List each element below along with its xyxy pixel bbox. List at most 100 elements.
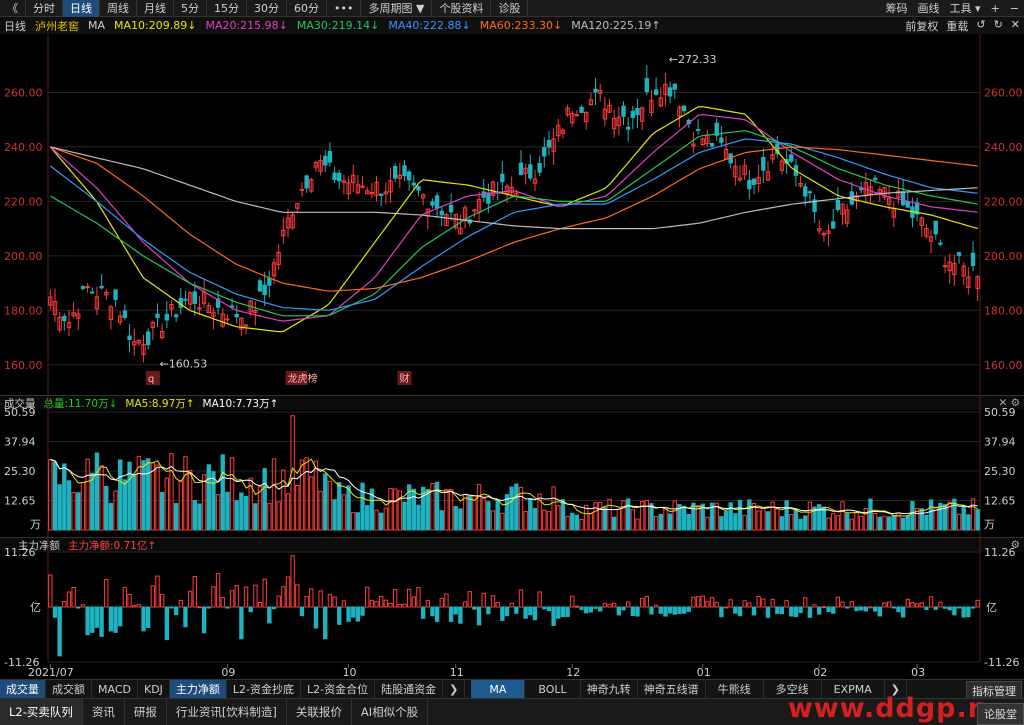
volume-bar — [765, 511, 771, 531]
tab-monthly[interactable]: 月线 — [137, 0, 174, 17]
zoom-out-icon[interactable]: − — [1005, 0, 1024, 17]
flow-bar — [742, 600, 747, 608]
flow-bar — [253, 584, 258, 608]
candle-body — [146, 331, 151, 346]
forum-button[interactable]: 论股堂 — [977, 703, 1024, 725]
flow-unit-left: 亿 — [30, 601, 41, 614]
price-tick-right: 200.00 — [984, 250, 1023, 263]
flow-bar — [104, 579, 109, 608]
tab-l2-position[interactable]: L2-资金合位 — [301, 679, 376, 699]
tab-30min[interactable]: 30分 — [247, 0, 287, 17]
flow-bar — [150, 585, 156, 608]
high-annotation: ←272.33 — [669, 53, 717, 66]
flow-bar — [928, 596, 934, 608]
volume-bar — [351, 512, 356, 531]
flow-bar — [66, 591, 72, 608]
volume-bar — [542, 509, 547, 531]
multi-period-dropdown[interactable]: 多周期图 ▼ — [361, 0, 433, 17]
draw-line-button[interactable]: 画线 — [913, 0, 945, 17]
volume-bar — [910, 501, 915, 531]
flow-bar — [667, 606, 673, 614]
stock-profile-button[interactable]: 个股资料 — [432, 0, 492, 17]
tab-macd[interactable]: MACD — [92, 679, 138, 699]
flow-bar — [169, 606, 174, 609]
tab-five-lines[interactable]: 神奇五线谱 — [638, 679, 706, 699]
tab-volume[interactable]: 成交量 — [0, 679, 46, 699]
tab-industry-news[interactable]: 行业资讯[饮料制造] — [167, 698, 287, 725]
flow-bar — [462, 601, 468, 608]
volume-bar — [234, 500, 239, 531]
volume-bar — [453, 506, 458, 531]
flow-bar — [327, 594, 333, 608]
tab-daily[interactable]: 日线 — [63, 0, 100, 17]
tab-research[interactable]: 研报 — [125, 698, 167, 725]
flow-bar — [635, 606, 640, 617]
tab-td9[interactable]: 神奇九转 — [581, 679, 638, 699]
tab-northbound[interactable]: 陆股通资金 — [375, 679, 444, 699]
tab-kdj[interactable]: KDJ — [138, 679, 170, 699]
tab-intraday[interactable]: 分时 — [26, 0, 63, 17]
volume-tick-right: 12.65 — [984, 494, 1016, 507]
volume-bar — [546, 511, 552, 531]
candle-body — [719, 137, 724, 143]
tab-bull-bear[interactable]: 牛熊线 — [706, 679, 764, 699]
volume-bar — [458, 508, 463, 531]
undo-icon[interactable]: ↺ — [976, 18, 985, 34]
tab-ai-similar[interactable]: AI相似个股 — [352, 698, 429, 725]
flow-bar — [411, 596, 416, 608]
volume-bar — [122, 479, 128, 531]
candlesticks — [48, 65, 980, 363]
flow-bar — [751, 606, 757, 616]
more-button[interactable]: ••• — [327, 0, 362, 17]
candle-body — [574, 114, 580, 117]
candle-body — [62, 315, 67, 322]
redo-icon[interactable]: ↻ — [994, 18, 1003, 34]
tab-main-flow[interactable]: 主力净额 — [169, 679, 227, 699]
tab-related-quotes[interactable]: 关联报价 — [287, 698, 352, 725]
chart-area[interactable]: 260.00 260.00 240.00 240.00 220.00 220.00 200.… — [0, 34, 1024, 679]
volume-bar — [789, 513, 794, 531]
volume-bar — [327, 480, 333, 531]
volume-bar — [355, 512, 361, 531]
flow-bar — [719, 606, 724, 618]
flow-bar — [62, 601, 67, 608]
close-icon[interactable]: ✕ — [1011, 18, 1020, 34]
volume-bar — [197, 503, 202, 531]
ma-indicator-label[interactable]: MA — [88, 19, 105, 32]
x-axis: 2021/07 09 10 11 12 01 02 03 — [28, 666, 925, 679]
chips-button[interactable]: 筹码 — [881, 0, 913, 17]
volume-bar — [886, 516, 892, 531]
volume-bar — [821, 506, 827, 531]
candle-body — [439, 210, 444, 216]
price-tick-left: 240.00 — [4, 141, 43, 154]
tab-l2-queue[interactable]: L2-买卖队列 — [0, 698, 83, 725]
flow-bar — [276, 595, 281, 608]
tab-news[interactable]: 资讯 — [83, 698, 125, 725]
tab-60min[interactable]: 60分 — [287, 0, 327, 17]
ma-line-ma10 — [49, 106, 978, 333]
diagnose-button[interactable]: 诊股 — [491, 0, 529, 17]
flow-bar — [663, 606, 668, 617]
volume-bar — [509, 486, 514, 531]
tab-ma[interactable]: MA — [471, 679, 526, 699]
reload-button[interactable]: 重载 — [946, 18, 968, 34]
tools-menu[interactable]: 工具 ▾ — [945, 0, 986, 17]
tab-boll[interactable]: BOLL — [525, 679, 581, 699]
tab-15min[interactable]: 15分 — [207, 0, 247, 17]
flow-bar — [509, 602, 514, 608]
candle-body — [262, 284, 267, 296]
volume-bar — [532, 508, 538, 531]
tab-weekly[interactable]: 周线 — [100, 0, 137, 17]
flow-bar — [588, 606, 594, 613]
tab-l2-bottom[interactable]: L2-资金抄底 — [227, 679, 302, 699]
volume-bar — [374, 509, 379, 531]
back-button[interactable]: 《 — [0, 0, 26, 17]
zoom-in-icon[interactable]: + — [986, 0, 1005, 17]
tab-5min[interactable]: 5分 — [174, 0, 207, 17]
volume-bar — [425, 489, 430, 531]
flow-bar — [924, 606, 929, 611]
flow-bar — [108, 606, 114, 632]
forward-adjust-button[interactable]: 前复权 — [905, 18, 938, 34]
tab-scroll-right-icon[interactable]: ❯ — [443, 679, 466, 699]
tab-turnover[interactable]: 成交额 — [46, 679, 92, 699]
